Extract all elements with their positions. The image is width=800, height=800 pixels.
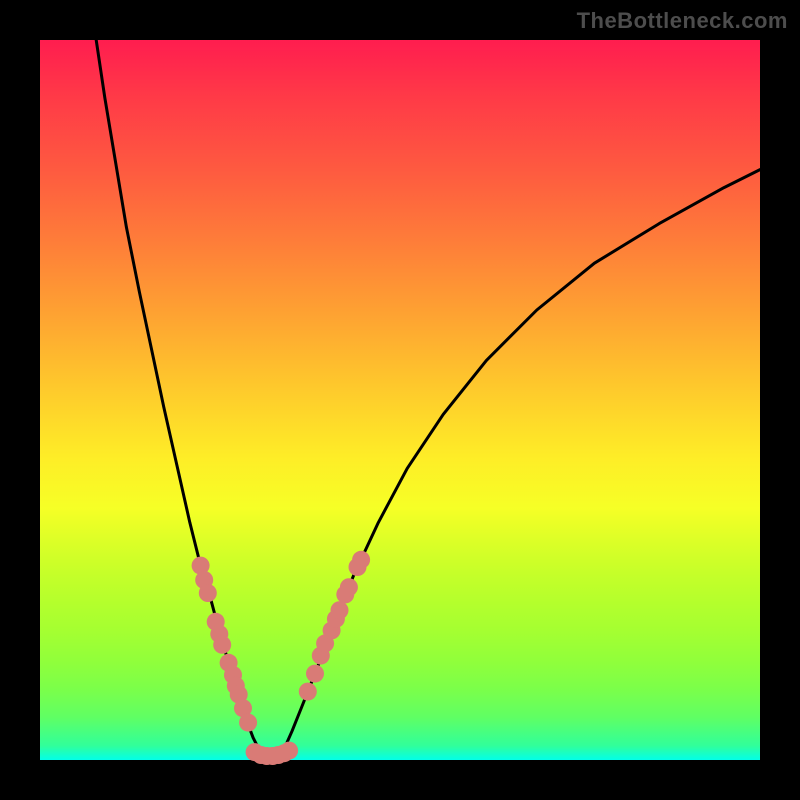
curve-right-branch [283, 170, 760, 751]
dot-right-upper [352, 551, 370, 569]
dot-left-upper [239, 714, 257, 732]
chart-svg [0, 0, 800, 800]
curve-left-branch [96, 40, 259, 751]
dot-right-upper [340, 578, 358, 596]
dot-right-mid [306, 665, 324, 683]
dot-right-upper [331, 601, 349, 619]
dot-valley-floor [280, 742, 298, 760]
dot-left-upper [199, 584, 217, 602]
dot-right-mid [299, 683, 317, 701]
dot-left-upper [213, 636, 231, 654]
